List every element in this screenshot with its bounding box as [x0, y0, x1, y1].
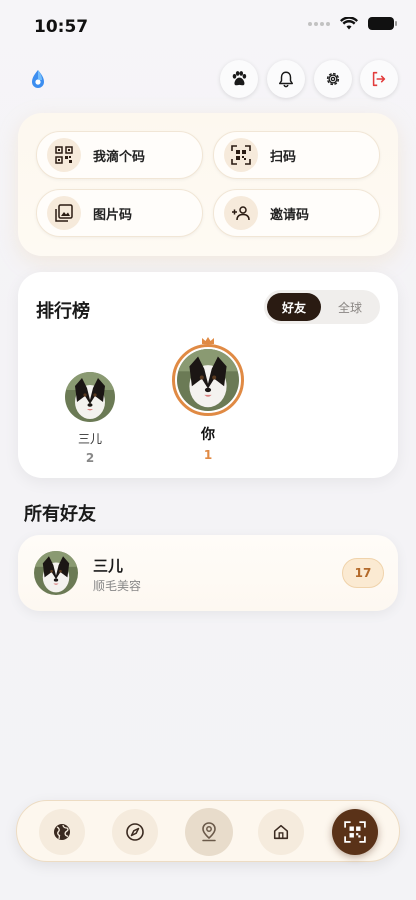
- nav-location-button[interactable]: [185, 808, 233, 856]
- battery-icon: [368, 17, 397, 30]
- rank-first[interactable]: 你 1: [171, 335, 245, 462]
- quick-action-label: 扫码: [270, 149, 297, 165]
- qr-code-icon: [47, 138, 81, 172]
- scan-icon: [224, 138, 258, 172]
- nav-scan-button[interactable]: [332, 809, 378, 855]
- location-pin-icon: [202, 822, 216, 842]
- image-code-button[interactable]: 图片码: [36, 189, 203, 237]
- rank-number: 2: [85, 451, 95, 465]
- add-user-icon: [224, 196, 258, 230]
- friend-name: 三儿: [93, 557, 124, 575]
- bottom-nav: [16, 800, 400, 862]
- friends-section-title: 所有好友: [24, 504, 96, 525]
- rank-name: 你: [201, 427, 215, 443]
- avatar: [177, 349, 239, 411]
- quick-action-label: 邀请码: [270, 207, 310, 223]
- app-logo-icon: [32, 70, 44, 88]
- header: [0, 60, 416, 100]
- notification-button[interactable]: [267, 60, 305, 98]
- leaderboard-title: 排行榜: [36, 301, 90, 322]
- nav-compass-button[interactable]: [112, 809, 158, 855]
- nav-home-button[interactable]: [258, 809, 304, 855]
- rank-number: 1: [203, 448, 213, 462]
- leaderboard-scope-toggle: 好友 全球: [264, 290, 380, 324]
- crown-icon: [202, 337, 214, 344]
- quick-action-label: 我滴个码: [93, 149, 146, 165]
- avatar-ring: [172, 344, 244, 416]
- signal-icon: [308, 21, 330, 26]
- avatar: [65, 372, 115, 422]
- invite-code-button[interactable]: 邀请码: [213, 189, 380, 237]
- bell-icon: [278, 71, 294, 88]
- wifi-icon: [340, 17, 358, 30]
- tab-friends[interactable]: 好友: [267, 293, 321, 321]
- paw-button[interactable]: [220, 60, 258, 98]
- friend-count-badge: 17: [342, 558, 384, 588]
- friend-subtitle: 顺毛美容: [93, 579, 142, 593]
- home-icon: [273, 824, 289, 840]
- logout-icon: [372, 71, 386, 87]
- quick-actions-card: 我滴个码 扫码 图片码 邀请码: [18, 113, 398, 256]
- quick-action-label: 图片码: [93, 207, 133, 223]
- logout-button[interactable]: [360, 60, 398, 98]
- scan-button[interactable]: 扫码: [213, 131, 380, 179]
- my-code-button[interactable]: 我滴个码: [36, 131, 203, 179]
- leaderboard-card: 排行榜 好友 全球 三儿 2 你 1: [18, 272, 398, 478]
- globe-icon: [54, 824, 70, 840]
- rank-second[interactable]: 三儿 2: [65, 372, 115, 465]
- gear-icon: [326, 72, 340, 86]
- nav-globe-button[interactable]: [39, 809, 85, 855]
- scan-icon: [344, 821, 366, 843]
- friend-list-item[interactable]: 三儿 顺毛美容 17: [18, 535, 398, 611]
- paw-icon: [232, 71, 247, 86]
- image-icon: [47, 196, 81, 230]
- status-icons: [308, 17, 397, 30]
- compass-icon: [126, 823, 144, 841]
- tab-global[interactable]: 全球: [323, 293, 377, 321]
- avatar: [34, 551, 78, 595]
- status-time: 10:57: [34, 17, 89, 37]
- settings-button[interactable]: [314, 60, 352, 98]
- status-bar: 10:57: [0, 0, 416, 50]
- rank-name: 三儿: [77, 432, 102, 446]
